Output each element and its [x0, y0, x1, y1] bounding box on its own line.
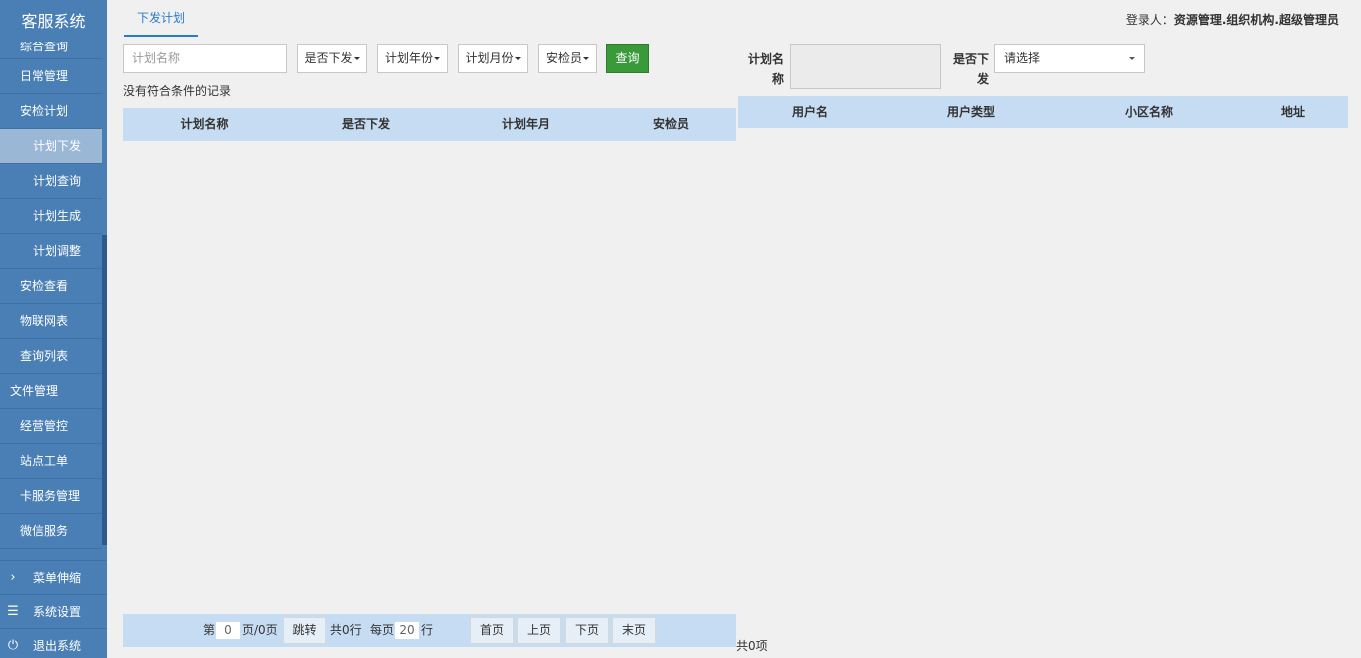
first-page-button[interactable]: 首页 [470, 617, 514, 644]
page-number-input[interactable]: 0 [216, 622, 240, 639]
column-user-type[interactable]: 用户类型 [882, 96, 1060, 129]
system-settings-label: 系统设置 [33, 605, 82, 619]
sidebar: 客服系统 综合查询 日常管理 安检计划 计划下发 计划查询 计划生成 计划调整 … [0, 0, 107, 658]
is-issued-label: 是否下发 [304, 51, 353, 65]
inspector-label: 安检员 [545, 51, 582, 65]
column-username[interactable]: 用户名 [738, 96, 882, 129]
page-total: 页/0页 [242, 623, 278, 637]
app-title: 客服系统 [0, 0, 107, 42]
plan-name-label-line1: 计划名 [747, 52, 784, 66]
sidebar-item-daily[interactable]: 日常管理 [0, 59, 102, 94]
menu-toggle-button[interactable]: › 菜单伸缩 [0, 560, 107, 594]
pagination: 第 0 页/0页 跳转 共0行 每页 20 行 首页 上页 下页 末页 [123, 614, 736, 647]
sidebar-item-partial[interactable]: 综合查询 [0, 42, 102, 59]
is-issued-label-line1: 是否下 [952, 52, 989, 66]
caret-down-icon [514, 57, 521, 60]
sidebar-item-plan-query[interactable]: 计划查询 [0, 164, 102, 199]
plan-year-dropdown[interactable]: 计划年份 [377, 44, 448, 73]
logout-label: 退出系统 [33, 639, 82, 653]
column-inspector[interactable]: 安检员 [606, 108, 736, 141]
inspector-dropdown[interactable]: 安检员 [538, 44, 597, 73]
is-issued-label-line2: 发 [976, 72, 989, 86]
tab-issue-plan[interactable]: 下发计划 [124, 0, 198, 37]
caret-down-icon [353, 57, 360, 60]
per-page-label: 每页 [370, 623, 395, 637]
row-unit: 行 [421, 623, 434, 637]
sidebar-item-plan-adjust[interactable]: 计划调整 [0, 234, 102, 269]
sidebar-item-card-service[interactable]: 卡服务管理 [0, 479, 102, 514]
sidebar-item-iot-meter[interactable]: 物联网表 [0, 304, 102, 339]
jump-button[interactable]: 跳转 [283, 617, 326, 644]
page-prefix: 第 [203, 623, 216, 637]
plan-name-label-line2: 称 [771, 72, 784, 86]
logout-button[interactable]: ⏻ 退出系统 [0, 628, 107, 658]
sidebar-item-business-control[interactable]: 经营管控 [0, 409, 102, 444]
sidebar-item-inspection-plan[interactable]: 安检计划 [0, 94, 102, 129]
chevron-right-icon: › [10, 570, 16, 585]
column-address[interactable]: 地址 [1238, 96, 1348, 129]
per-page-input[interactable]: 20 [395, 622, 419, 639]
plan-month-dropdown[interactable]: 计划月份 [458, 44, 528, 73]
column-is-issued[interactable]: 是否下发 [286, 108, 446, 141]
menu-toggle-label: 菜单伸缩 [33, 571, 82, 585]
login-info: 登录人：资源管理.组织机构.超级管理员 [1126, 11, 1339, 28]
plan-name-label: 计划名 称 [740, 49, 784, 89]
column-plan-year-month[interactable]: 计划年月 [446, 108, 606, 141]
plan-month-label: 计划月份 [465, 51, 514, 65]
sidebar-menu: 综合查询 日常管理 安检计划 计划下发 计划查询 计划生成 计划调整 安检查看 … [0, 42, 102, 549]
sidebar-item-inspection-view[interactable]: 安检查看 [0, 269, 102, 304]
next-page-button[interactable]: 下页 [565, 617, 609, 644]
caret-down-icon [583, 57, 589, 60]
plan-table-header: 计划名称 是否下发 计划年月 安检员 [123, 108, 736, 141]
is-issued-dropdown[interactable]: 是否下发 [297, 44, 367, 73]
sidebar-item-plan-issue[interactable]: 计划下发 [0, 129, 102, 164]
power-icon: ⏻ [7, 638, 19, 653]
column-plan-name[interactable]: 计划名称 [123, 108, 286, 141]
prev-page-button[interactable]: 上页 [517, 617, 561, 644]
empty-message: 没有符合条件的记录 [123, 84, 232, 98]
is-issued-label-right: 是否下 发 [945, 49, 989, 89]
sidebar-item-site-ticket[interactable]: 站点工单 [0, 444, 102, 479]
sidebar-item-file-management[interactable]: 文件管理 [0, 374, 102, 409]
column-community[interactable]: 小区名称 [1060, 96, 1238, 129]
query-button[interactable]: 查询 [606, 44, 649, 73]
sidebar-item-wechat-service[interactable]: 微信服务 [0, 514, 102, 549]
is-issued-select-value: 请选择 [1004, 51, 1041, 65]
sidebar-item-query-list[interactable]: 查询列表 [0, 339, 102, 374]
tab-bar: 下发计划 登录人：资源管理.组织机构.超级管理员 [107, 0, 1361, 38]
last-page-button[interactable]: 末页 [612, 617, 656, 644]
plan-year-label: 计划年份 [384, 51, 433, 65]
system-settings-button[interactable]: ☰ 系统设置 [0, 594, 107, 628]
login-label: 登录人： [1125, 13, 1174, 27]
plan-name-input[interactable]: 计划名称 [123, 44, 287, 73]
menu-lines-icon: ☰ [7, 604, 19, 619]
login-user: 资源管理.组织机构.超级管理员 [1173, 13, 1339, 27]
is-issued-select[interactable]: 请选择 [994, 44, 1145, 73]
plan-name-readonly-field [790, 44, 941, 89]
caret-down-icon [434, 57, 440, 60]
sidebar-scrollbar[interactable] [102, 235, 107, 545]
caret-down-icon [1129, 57, 1135, 60]
user-table-header: 用户名 用户类型 小区名称 地址 [738, 96, 1348, 128]
total-rows: 共0行 [330, 623, 362, 637]
sidebar-item-plan-generate[interactable]: 计划生成 [0, 199, 102, 234]
total-items: 共0项 [736, 639, 768, 653]
